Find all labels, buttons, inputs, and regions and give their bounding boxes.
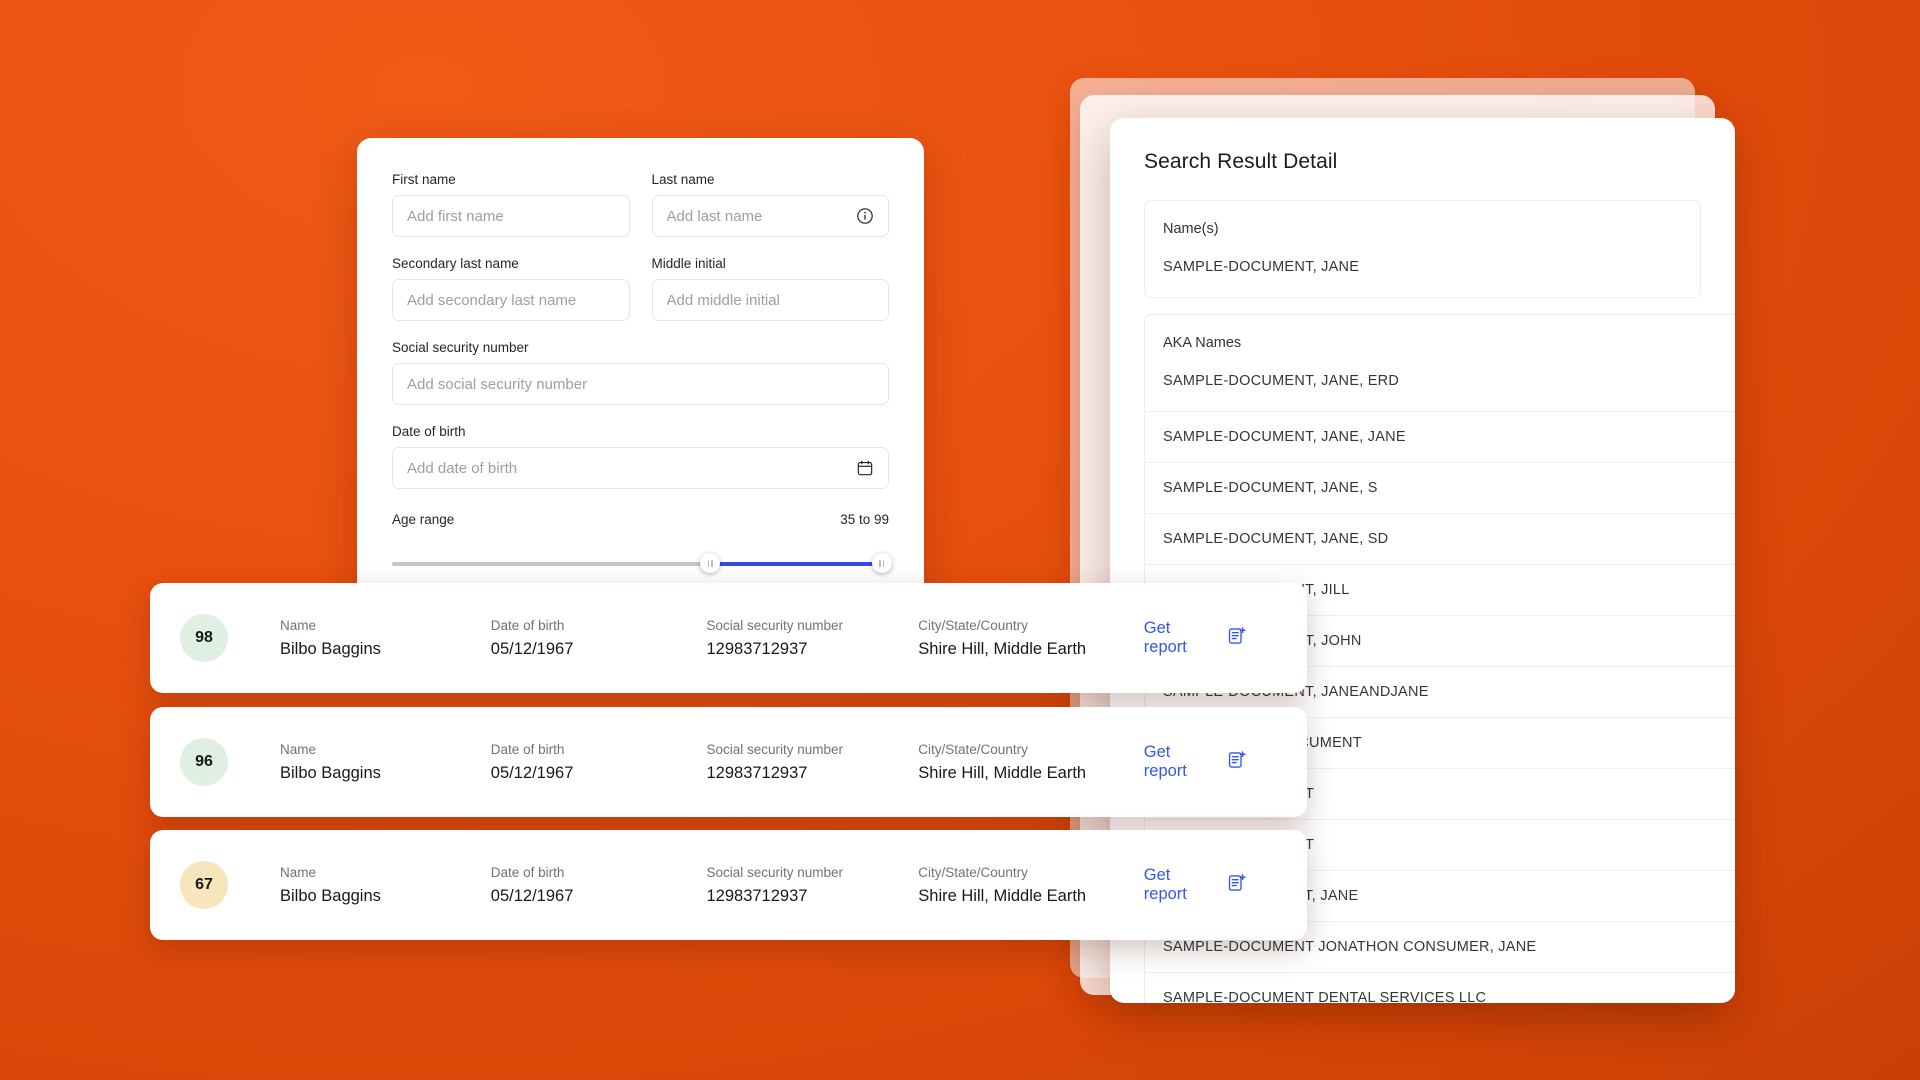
result-ssn-cell: Social security number 12983712937 (707, 865, 919, 906)
result-location-cell: City/State/Country Shire Hill, Middle Ea… (918, 618, 1144, 659)
input-placeholder: Add middle initial (666, 291, 780, 309)
slider-handle-max[interactable] (871, 553, 892, 573)
search-result-row[interactable]: 98 Name Bilbo Baggins Date of birth 05/1… (150, 583, 1307, 693)
field-date-of-birth: Date of birth Add date of birth (392, 424, 889, 489)
detail-panel-title: Search Result Detail (1144, 150, 1338, 173)
app-background: Search Result Detail Name(s) SAMPLE-DOCU… (0, 0, 1920, 1080)
column-label-name: Name (280, 864, 317, 880)
field-first-name: First name Add first name (392, 172, 630, 237)
get-report-label: Get report (1143, 866, 1187, 903)
column-label-location: City/State/Country (918, 617, 1028, 633)
age-range-slider[interactable]: Age range 35 to 99 (392, 512, 892, 575)
column-label-location: City/State/Country (918, 741, 1028, 757)
result-name-value: Bilbo Baggins (280, 886, 381, 905)
input-placeholder: Add first name (407, 207, 504, 225)
input-placeholder: Add last name (666, 207, 763, 225)
info-icon[interactable] (856, 207, 874, 225)
get-report-label: Get report (1143, 619, 1187, 656)
detail-group-names: Name(s) SAMPLE-DOCUMENT, JANE (1144, 200, 1701, 298)
field-label: Date of birth (392, 424, 466, 439)
result-location-value: Shire Hill, Middle Earth (918, 886, 1087, 905)
result-dob-cell: Date of birth 05/12/1967 (491, 618, 707, 659)
middle-initial-input[interactable]: Add middle initial (651, 279, 889, 321)
social-security-number-input[interactable]: Add social security number (392, 363, 889, 405)
input-placeholder: Add social security number (407, 375, 588, 393)
field-last-name: Last name Add last name (651, 172, 889, 237)
calendar-icon[interactable] (856, 459, 874, 477)
field-label: First name (392, 172, 456, 187)
match-score-badge: 67 (180, 861, 228, 909)
match-score-badge: 96 (180, 738, 228, 786)
get-report-label: Get report (1143, 743, 1187, 780)
column-label-dob: Date of birth (490, 617, 565, 633)
get-report-button[interactable]: Get report (1144, 743, 1279, 781)
result-name-value: Bilbo Baggins (280, 763, 381, 782)
field-label: Last name (651, 172, 715, 187)
column-label-ssn: Social security number (706, 741, 844, 757)
field-label: Social security number (392, 340, 529, 355)
result-location-value: Shire Hill, Middle Earth (918, 763, 1087, 782)
report-add-icon (1227, 626, 1247, 651)
result-location-value: Shire Hill, Middle Earth (918, 639, 1087, 658)
search-result-row[interactable]: 96 Name Bilbo Baggins Date of birth 05/1… (150, 707, 1307, 817)
match-score-badge: 98 (180, 614, 228, 662)
first-name-input[interactable]: Add first name (392, 195, 630, 237)
result-dob-value: 05/12/1967 (490, 763, 574, 782)
column-label-location: City/State/Country (918, 864, 1028, 880)
search-result-row[interactable]: 67 Name Bilbo Baggins Date of birth 05/1… (150, 830, 1307, 940)
input-placeholder: Add date of birth (407, 459, 518, 477)
result-ssn-value: 12983712937 (706, 763, 808, 782)
column-label-dob: Date of birth (490, 864, 565, 880)
column-label-name: Name (280, 617, 317, 633)
field-middle-initial: Middle initial Add middle initial (651, 256, 889, 321)
get-report-button[interactable]: Get report (1144, 619, 1279, 657)
date-of-birth-input[interactable]: Add date of birth (392, 447, 889, 489)
last-name-input[interactable]: Add last name (651, 195, 889, 237)
result-name-cell: Name Bilbo Baggins (280, 865, 491, 906)
secondary-last-name-input[interactable]: Add secondary last name (392, 279, 630, 321)
detail-row: SAMPLE-DOCUMENT DENTAL SERVICES LLC (1145, 972, 1735, 1003)
detail-row: SAMPLE-DOCUMENT, JANE, JANE (1145, 411, 1735, 462)
age-range-label: Age range (392, 512, 455, 527)
field-label: Middle initial (651, 256, 726, 271)
detail-row: SAMPLE-DOCUMENT, JANE, ERD (1163, 373, 1400, 389)
column-label-ssn: Social security number (706, 864, 844, 880)
slider-fill (710, 562, 882, 566)
column-label-dob: Date of birth (490, 741, 565, 757)
result-dob-value: 05/12/1967 (490, 639, 574, 658)
get-report-button[interactable]: Get report (1144, 866, 1279, 904)
input-placeholder: Add secondary last name (407, 291, 577, 309)
field-secondary-last-name: Secondary last name Add secondary last n… (392, 256, 630, 321)
column-label-name: Name (280, 741, 317, 757)
field-social-security-number: Social security number Add social securi… (392, 340, 889, 405)
result-name-value: Bilbo Baggins (280, 639, 381, 658)
field-label: Secondary last name (392, 256, 519, 271)
result-location-cell: City/State/Country Shire Hill, Middle Ea… (918, 865, 1144, 906)
result-ssn-value: 12983712937 (706, 886, 808, 905)
result-name-cell: Name Bilbo Baggins (280, 742, 491, 783)
column-label-ssn: Social security number (706, 617, 844, 633)
detail-row: SAMPLE-DOCUMENT, JANE, SD (1145, 513, 1735, 564)
detail-group-heading: Name(s) (1163, 221, 1219, 237)
report-add-icon (1227, 750, 1247, 775)
result-location-cell: City/State/Country Shire Hill, Middle Ea… (918, 742, 1144, 783)
result-dob-cell: Date of birth 05/12/1967 (491, 865, 707, 906)
result-ssn-cell: Social security number 12983712937 (707, 618, 919, 659)
slider-handle-min[interactable] (700, 553, 721, 573)
report-add-icon (1227, 873, 1247, 898)
result-dob-cell: Date of birth 05/12/1967 (491, 742, 707, 783)
detail-row: SAMPLE-DOCUMENT, JANE, S (1145, 462, 1735, 513)
person-search-form: First name Add first name Last name Add … (357, 138, 924, 598)
result-name-cell: Name Bilbo Baggins (280, 618, 491, 659)
detail-group-heading: AKA Names (1163, 335, 1242, 351)
result-ssn-value: 12983712937 (706, 639, 808, 658)
detail-row: SAMPLE-DOCUMENT, JANE (1163, 259, 1360, 275)
result-ssn-cell: Social security number 12983712937 (707, 742, 919, 783)
result-dob-value: 05/12/1967 (490, 886, 574, 905)
age-range-value: 35 to 99 (840, 512, 889, 527)
